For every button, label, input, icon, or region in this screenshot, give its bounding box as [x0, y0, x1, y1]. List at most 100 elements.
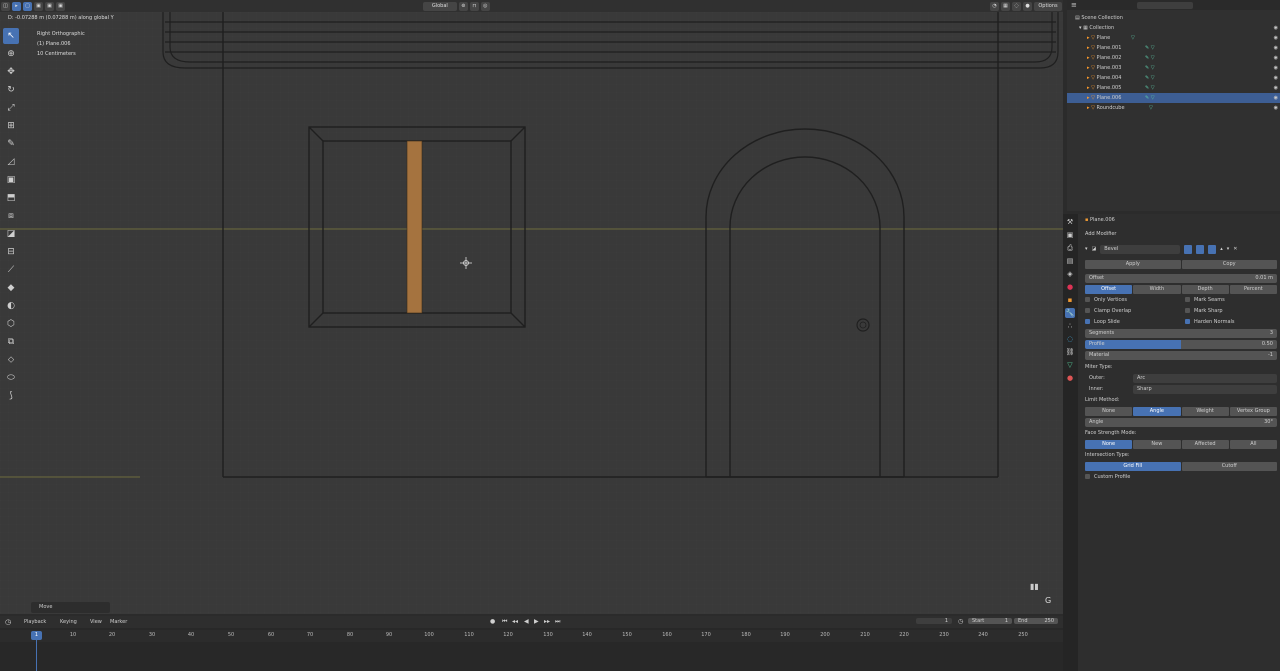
proportional-icon[interactable]: ◎: [480, 1, 490, 11]
annotate-tool-icon[interactable]: ✎: [3, 136, 19, 152]
selected-plank[interactable]: [406, 140, 423, 314]
limit-none[interactable]: None: [1085, 407, 1133, 416]
object-tab-icon[interactable]: ▪: [1065, 295, 1075, 305]
spin-icon[interactable]: ◐: [3, 298, 19, 314]
jump-end-icon[interactable]: ⏭: [555, 618, 560, 626]
material-field[interactable]: Material -1: [1085, 351, 1277, 360]
width-type-depth[interactable]: Depth: [1181, 285, 1229, 294]
scale-tool-icon[interactable]: ⤢: [3, 100, 19, 116]
xray-icon[interactable]: ▦: [1001, 1, 1010, 11]
play-reverse-icon[interactable]: ◀: [524, 618, 529, 625]
select-extend-button[interactable]: ▣: [34, 1, 43, 11]
world-tab-icon[interactable]: ●: [1065, 282, 1075, 292]
outliner-row-selected[interactable]: ▸ ▽ Plane.006 ✎ ▽ ◉: [1067, 93, 1280, 103]
outliner-filter-icon[interactable]: ≡: [1071, 1, 1077, 9]
preview-range-icon[interactable]: ◷: [958, 618, 963, 625]
harden-normals-checkbox[interactable]: Harden Normals: [1185, 318, 1235, 327]
visibility-icon[interactable]: ◉: [1274, 93, 1278, 103]
menu-keying[interactable]: Keying: [60, 619, 77, 625]
timeline-editor-icon[interactable]: ◷: [5, 618, 11, 626]
select-invert-button[interactable]: ▣: [56, 1, 65, 11]
intersection-cutoff[interactable]: Cutoff: [1181, 462, 1277, 471]
visibility-icon[interactable]: ◉: [1274, 23, 1278, 33]
render-tab-icon[interactable]: ▣: [1065, 230, 1075, 240]
end-frame-field[interactable]: End 250: [1014, 618, 1058, 624]
select-subtract-button[interactable]: ▣: [45, 1, 54, 11]
output-tab-icon[interactable]: ⎙: [1065, 243, 1075, 253]
next-key-icon[interactable]: ▸▸: [544, 618, 550, 625]
modifier-tab-icon[interactable]: 🔧: [1065, 308, 1075, 318]
outliner-row[interactable]: ▤ Scene Collection: [1067, 13, 1280, 23]
physics-tab-icon[interactable]: ◌: [1065, 334, 1075, 344]
offset-field[interactable]: Offset 0.01 m: [1085, 274, 1277, 283]
orientation-dropdown[interactable]: Global: [422, 1, 457, 11]
mark-seams-checkbox[interactable]: Mark Seams: [1185, 296, 1225, 305]
limit-angle[interactable]: Angle: [1133, 407, 1181, 416]
face-none[interactable]: None: [1085, 440, 1133, 449]
mark-sharp-checkbox[interactable]: Mark Sharp: [1185, 307, 1223, 316]
scene-tab-icon[interactable]: ◈: [1065, 269, 1075, 279]
constraints-tab-icon[interactable]: ⛓: [1065, 347, 1075, 357]
shrink-icon[interactable]: ⬦: [3, 352, 19, 368]
outliner-row[interactable]: ▸ ▽ Plane ▽ ◉: [1067, 33, 1280, 43]
shading-wire-icon[interactable]: ◌: [1012, 1, 1021, 11]
add-modifier-button[interactable]: Add Modifier: [1085, 230, 1277, 239]
outliner-search-input[interactable]: [1136, 1, 1193, 9]
width-type-offset[interactable]: Offset: [1085, 285, 1133, 294]
pivot-icon[interactable]: ⊚: [458, 1, 468, 11]
select-tool-icon[interactable]: ↖: [3, 28, 19, 44]
move-operator-panel[interactable]: Move: [31, 602, 110, 613]
knife-icon[interactable]: ⟋: [3, 262, 19, 278]
menu-marker[interactable]: Marker: [110, 619, 127, 625]
add-cube-icon[interactable]: ▣: [3, 172, 19, 188]
face-new[interactable]: New: [1133, 440, 1181, 449]
clamp-overlap-checkbox[interactable]: Clamp Overlap: [1085, 307, 1131, 316]
copy-button[interactable]: Copy: [1181, 260, 1277, 269]
shear-icon[interactable]: ⬭: [3, 370, 19, 386]
loop-cut-icon[interactable]: ⊟: [3, 244, 19, 260]
overlay-icon[interactable]: ◔: [990, 1, 999, 11]
move-down-icon[interactable]: ▾: [1227, 245, 1230, 254]
outliner-row[interactable]: ▸ ▽ Roundcube ▽ ◉: [1067, 103, 1280, 113]
collapse-icon[interactable]: ▾: [1085, 245, 1088, 254]
editor-type-button[interactable]: ◫: [1, 1, 10, 11]
measure-tool-icon[interactable]: ◿: [3, 154, 19, 170]
cursor-tool-icon[interactable]: ⊕: [3, 46, 19, 62]
outliner-row[interactable]: ▸ ▽ Plane.002 ✎ ▽ ◉: [1067, 53, 1280, 63]
editmode-toggle-icon[interactable]: [1184, 245, 1193, 254]
playhead[interactable]: 1: [31, 631, 42, 640]
limit-vertex-group[interactable]: Vertex Group: [1229, 407, 1277, 416]
menu-playback[interactable]: Playback: [24, 619, 46, 625]
outliner-row[interactable]: ▸ ▽ Plane.001 ✎ ▽ ◉: [1067, 43, 1280, 53]
select-box-button[interactable]: ▢: [23, 1, 32, 11]
visibility-icon[interactable]: ◉: [1274, 103, 1278, 113]
view-layer-tab-icon[interactable]: ▤: [1065, 256, 1075, 266]
outliner-row[interactable]: ▸ ▽ Plane.003 ✎ ▽ ◉: [1067, 63, 1280, 73]
custom-profile-checkbox[interactable]: Custom Profile: [1085, 473, 1277, 482]
select-mode-button[interactable]: ▸: [12, 1, 21, 11]
width-type-percent[interactable]: Percent: [1229, 285, 1277, 294]
prev-key-icon[interactable]: ◂◂: [512, 618, 518, 625]
modifier-name-field[interactable]: Bevel: [1100, 245, 1181, 254]
move-tool-icon[interactable]: ✥: [3, 64, 19, 80]
visibility-icon[interactable]: ◉: [1274, 73, 1278, 83]
edge-slide-icon[interactable]: ⧉: [3, 334, 19, 350]
3d-viewport[interactable]: D: -0.07288 m (0.07288 m) along global Y…: [0, 12, 1063, 614]
extrude-icon[interactable]: ⬒: [3, 190, 19, 206]
move-up-icon[interactable]: ▴: [1220, 245, 1223, 254]
visibility-icon[interactable]: ◉: [1274, 53, 1278, 63]
visibility-icon[interactable]: ◉: [1274, 33, 1278, 43]
face-affected[interactable]: Affected: [1181, 440, 1229, 449]
intersection-grid-fill[interactable]: Grid Fill: [1085, 462, 1181, 471]
timeline-ruler[interactable]: 10 20 30 40 50 60 70 80 90 100 110 120 1…: [0, 630, 1063, 642]
render-toggle-icon[interactable]: [1208, 245, 1217, 254]
segments-field[interactable]: Segments 3: [1085, 329, 1277, 338]
inset-icon[interactable]: ⧈: [3, 208, 19, 224]
jump-start-icon[interactable]: ⏮: [502, 618, 507, 626]
current-frame-field[interactable]: 1: [916, 618, 952, 624]
apply-button[interactable]: Apply: [1085, 260, 1181, 269]
visibility-icon[interactable]: ◉: [1274, 43, 1278, 53]
face-all[interactable]: All: [1229, 440, 1277, 449]
particles-tab-icon[interactable]: ∴: [1065, 321, 1075, 331]
options-button[interactable]: Options: [1034, 1, 1062, 11]
